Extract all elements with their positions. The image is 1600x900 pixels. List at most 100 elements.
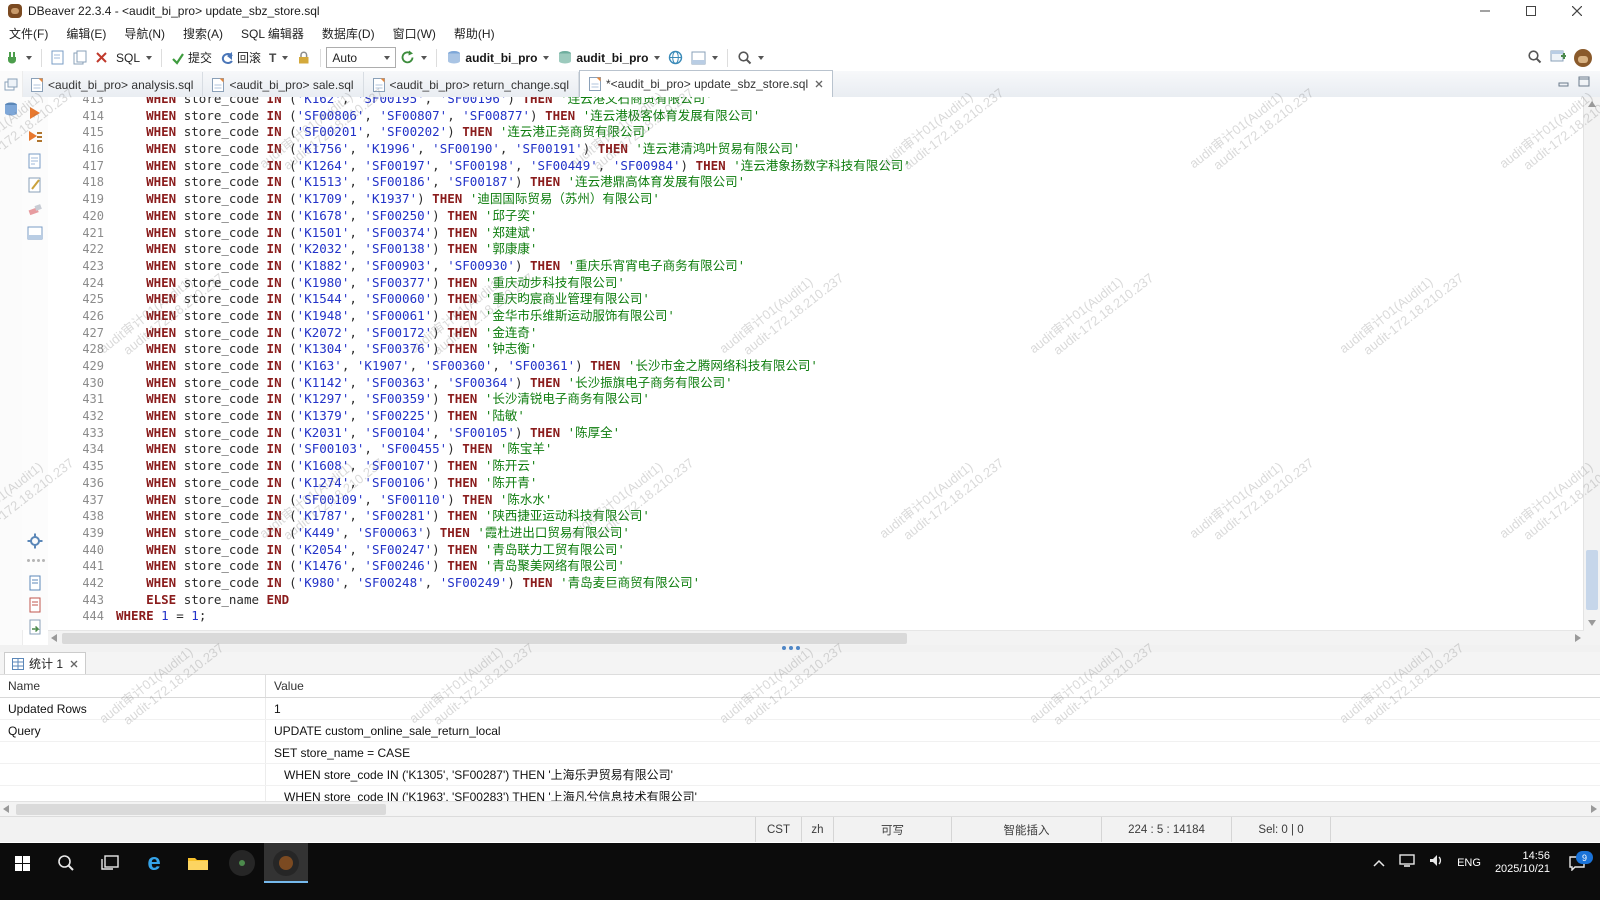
scroll-up-arrow[interactable]: [1588, 101, 1596, 107]
network-tray-icon[interactable]: [1399, 854, 1415, 872]
menu-item[interactable]: 数据库(D): [313, 22, 384, 45]
dbeaver-pro-icon[interactable]: [1574, 49, 1592, 67]
execute-script-button[interactable]: [27, 129, 43, 145]
search-menu-button[interactable]: [733, 48, 768, 67]
cell-name[interactable]: Query: [0, 720, 266, 741]
clock[interactable]: 14:56 2025/10/21: [1495, 850, 1550, 876]
action-center-button[interactable]: 9: [1564, 850, 1590, 876]
statistics-tab[interactable]: 统计 1: [4, 652, 86, 674]
task-view-button[interactable]: [88, 843, 132, 883]
schema-selector[interactable]: audit_bi_pro: [553, 48, 664, 67]
commit-mode-combo[interactable]: Auto: [326, 47, 396, 68]
line-number[interactable]: 417: [48, 158, 116, 175]
network-settings-button[interactable]: [664, 48, 687, 67]
load-plan-button[interactable]: [27, 177, 43, 193]
start-button[interactable]: [0, 843, 44, 883]
taskbar-app-button[interactable]: [220, 843, 264, 883]
new-connection-button[interactable]: [0, 48, 36, 68]
line-number[interactable]: 416: [48, 141, 116, 158]
restore-view-button[interactable]: [3, 77, 19, 93]
horizontal-scrollbar[interactable]: [48, 630, 1584, 646]
table-row[interactable]: QueryUPDATE custom_online_sale_return_lo…: [0, 720, 1600, 742]
open-script-button[interactable]: [69, 48, 91, 67]
refresh-button[interactable]: [396, 48, 431, 67]
line-number[interactable]: 438: [48, 508, 116, 525]
commit-button[interactable]: 提交: [167, 47, 216, 68]
line-number[interactable]: 437: [48, 492, 116, 509]
connection-selector[interactable]: audit_bi_pro: [442, 48, 553, 67]
scroll-right-arrow[interactable]: [1575, 634, 1581, 642]
sql-editor[interactable]: 413 WHEN store_code IN ('K162', 'SF00195…: [48, 97, 1584, 630]
maximize-view-button[interactable]: [1578, 74, 1590, 92]
column-header-value[interactable]: Value: [266, 679, 304, 693]
line-number[interactable]: 415: [48, 124, 116, 141]
explain-plan-button[interactable]: [27, 153, 43, 169]
editor-tab[interactable]: <audit_bi_pro> return_change.sql: [364, 72, 579, 97]
line-number[interactable]: 419: [48, 191, 116, 208]
rollback-button[interactable]: 回滚: [216, 47, 265, 68]
database-navigator-button[interactable]: [3, 101, 19, 117]
line-number[interactable]: 421: [48, 225, 116, 242]
quick-search-button[interactable]: [1527, 49, 1542, 67]
table-row[interactable]: WHEN store_code IN ('K1305', 'SF00287') …: [0, 764, 1600, 786]
transaction-log-button[interactable]: T: [265, 49, 292, 67]
line-number[interactable]: 422: [48, 241, 116, 258]
close-button[interactable]: [1554, 0, 1600, 22]
open-perspective-button[interactable]: [1550, 49, 1566, 66]
editor-tab[interactable]: <audit_bi_pro> analysis.sql: [22, 72, 203, 97]
vertical-scrollbar[interactable]: [1583, 97, 1600, 630]
delete-script-button[interactable]: [91, 49, 112, 66]
panel-sash[interactable]: [0, 645, 1600, 652]
script-blue-button[interactable]: [27, 575, 43, 591]
volume-tray-icon[interactable]: [1429, 854, 1443, 872]
scroll-down-arrow[interactable]: [1588, 620, 1596, 626]
line-number[interactable]: 430: [48, 375, 116, 392]
line-number[interactable]: 424: [48, 275, 116, 292]
line-number[interactable]: 426: [48, 308, 116, 325]
menu-item[interactable]: SQL 编辑器: [232, 22, 313, 45]
horizontal-scroll-thumb[interactable]: [62, 633, 907, 644]
scroll-right-arrow[interactable]: [1591, 805, 1597, 813]
line-number[interactable]: 429: [48, 358, 116, 375]
vertical-scroll-thumb[interactable]: [1586, 550, 1598, 610]
tray-expand-button[interactable]: [1373, 854, 1385, 872]
input-language[interactable]: ENG: [1457, 857, 1481, 869]
menu-item[interactable]: 编辑(E): [57, 22, 115, 45]
cell-value[interactable]: SET store_name = CASE: [266, 742, 410, 763]
show-output-button[interactable]: [27, 225, 43, 241]
menu-item[interactable]: 帮助(H): [445, 22, 504, 45]
results-scroll-thumb[interactable]: [16, 804, 386, 815]
dbeaver-taskbar-button[interactable]: [264, 843, 308, 883]
menu-item[interactable]: 窗口(W): [384, 22, 445, 45]
output-button[interactable]: [687, 49, 722, 67]
line-number[interactable]: 420: [48, 208, 116, 225]
export-script-button[interactable]: [27, 619, 43, 635]
maximize-button[interactable]: [1508, 0, 1554, 22]
line-number[interactable]: 444: [48, 608, 116, 625]
editor-tab[interactable]: *<audit_bi_pro> update_sbz_store.sql: [579, 70, 833, 98]
line-number[interactable]: 440: [48, 542, 116, 559]
scroll-left-arrow[interactable]: [51, 634, 57, 642]
results-scrollbar[interactable]: [0, 801, 1600, 817]
line-number[interactable]: 418: [48, 174, 116, 191]
tab-close-icon[interactable]: [815, 80, 823, 88]
line-number[interactable]: 435: [48, 458, 116, 475]
cell-value[interactable]: 1: [266, 698, 281, 719]
cell-name[interactable]: [0, 742, 266, 763]
line-number[interactable]: 431: [48, 391, 116, 408]
cell-value[interactable]: UPDATE custom_online_sale_return_local: [266, 720, 501, 741]
cell-name[interactable]: [0, 764, 266, 785]
line-number[interactable]: 425: [48, 291, 116, 308]
column-header-name[interactable]: Name: [0, 675, 266, 697]
line-number[interactable]: 441: [48, 558, 116, 575]
line-number[interactable]: 439: [48, 525, 116, 542]
editor-tab[interactable]: <audit_bi_pro> sale.sql: [203, 72, 363, 97]
menu-item[interactable]: 导航(N): [115, 22, 174, 45]
lock-button[interactable]: [292, 48, 315, 67]
table-row[interactable]: Updated Rows1: [0, 698, 1600, 720]
minimize-view-button[interactable]: [1558, 74, 1570, 92]
edge-button[interactable]: e: [132, 843, 176, 883]
line-number[interactable]: 428: [48, 341, 116, 358]
line-number[interactable]: 423: [48, 258, 116, 275]
settings-gear-button[interactable]: [27, 533, 43, 549]
